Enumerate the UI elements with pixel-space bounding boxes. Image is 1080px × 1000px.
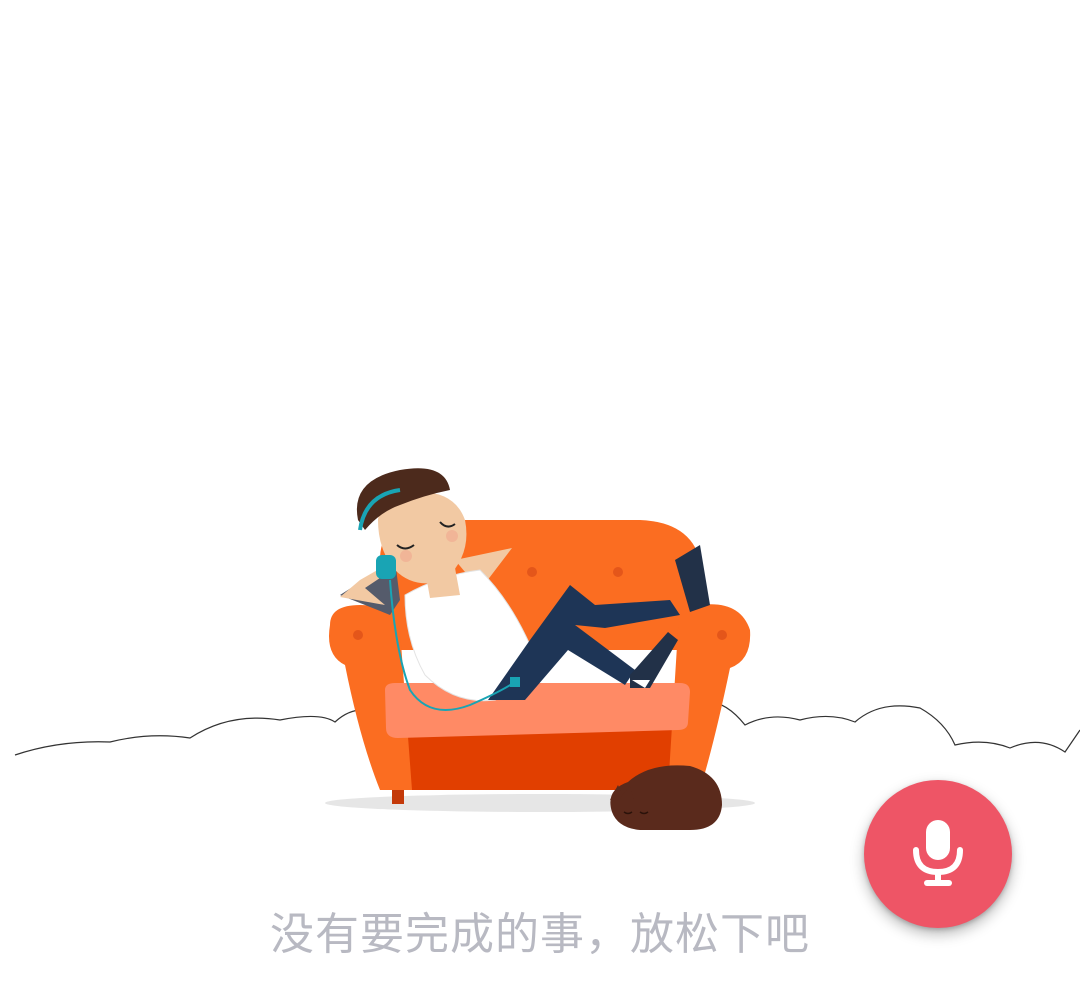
microphone-icon	[913, 820, 963, 886]
voice-input-button[interactable]	[864, 780, 1012, 928]
todo-empty-screen: 没有要完成的事，放松下吧	[0, 0, 1080, 1000]
